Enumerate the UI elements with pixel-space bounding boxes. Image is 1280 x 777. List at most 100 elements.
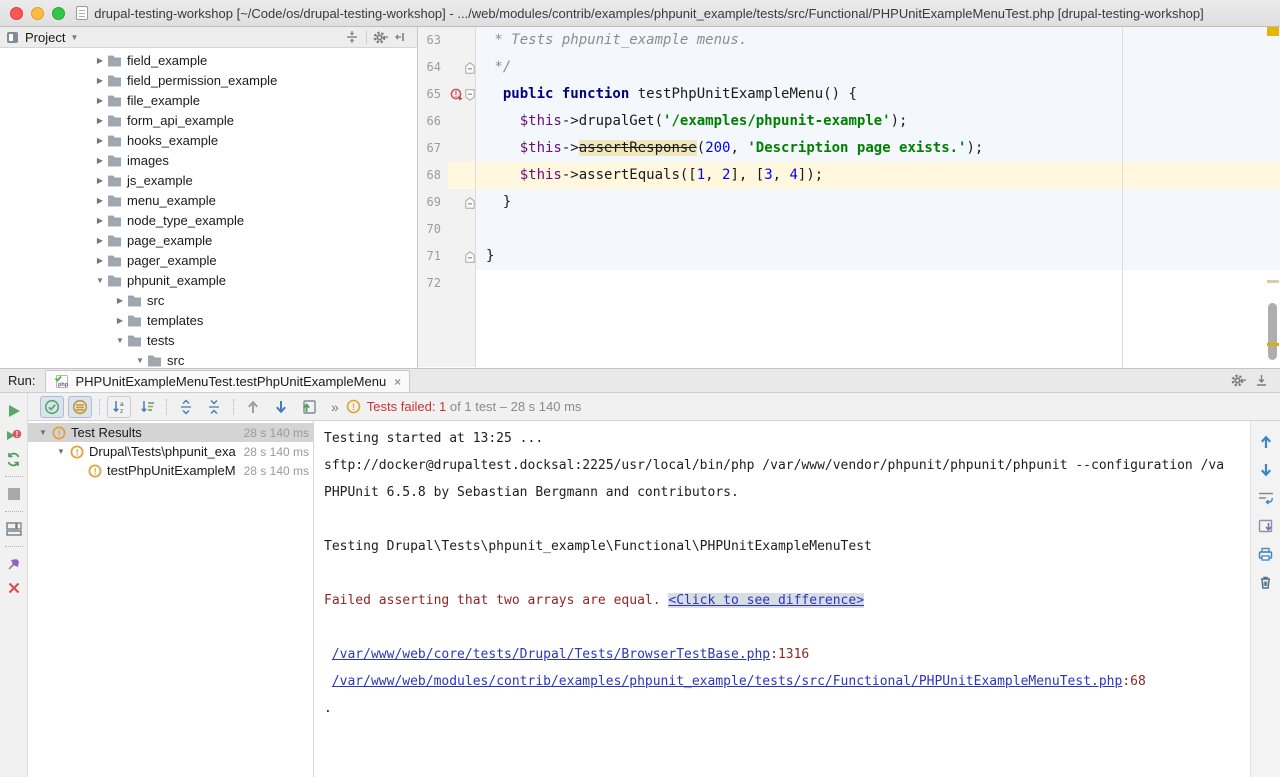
close-panel-button[interactable] <box>2 576 26 600</box>
line-number[interactable]: 63 <box>418 27 448 54</box>
editor-empty-space[interactable] <box>476 297 1280 367</box>
tree-collapsed-icon[interactable]: ▶ <box>93 116 107 125</box>
code-line[interactable]: public function testPhpUnitExampleMenu()… <box>476 81 1280 108</box>
code-line[interactable]: } <box>476 189 1280 216</box>
expand-all-button[interactable] <box>174 396 198 418</box>
line-number[interactable]: 70 <box>418 216 448 243</box>
code-line[interactable]: $this->assertResponse(200, 'Description … <box>476 135 1280 162</box>
tree-collapsed-icon[interactable]: ▶ <box>93 236 107 245</box>
print-button[interactable] <box>1255 543 1277 565</box>
project-tree-item[interactable]: ▶menu_example <box>0 190 417 210</box>
code-line[interactable] <box>476 216 1280 243</box>
minimize-window-button[interactable] <box>31 7 44 20</box>
toggle-auto-test-button[interactable] <box>2 447 26 471</box>
project-tree-item[interactable]: ▶form_api_example <box>0 110 417 130</box>
tree-collapsed-icon[interactable]: ▶ <box>93 136 107 145</box>
sort-by-duration-button[interactable] <box>135 396 159 418</box>
pin-tab-button[interactable] <box>2 552 26 576</box>
show-passed-button[interactable] <box>40 396 64 418</box>
tree-expanded-icon[interactable]: ▼ <box>52 447 70 456</box>
soft-wrap-button[interactable] <box>1255 487 1277 509</box>
project-tree-item[interactable]: ▶node_type_example <box>0 210 417 230</box>
project-panel-title[interactable]: Project <box>25 30 65 45</box>
collapse-all-button[interactable] <box>342 28 362 46</box>
scroll-to-end-button[interactable] <box>1255 515 1277 537</box>
rerun-failed-tests-button[interactable]: ! <box>2 423 26 447</box>
project-tree-item[interactable]: ▶templates <box>0 310 417 330</box>
code-line[interactable]: */ <box>476 54 1280 81</box>
tree-expanded-icon[interactable]: ▼ <box>93 276 107 285</box>
hide-panel-button[interactable] <box>391 28 411 46</box>
tree-expanded-icon[interactable]: ▼ <box>113 336 127 345</box>
line-number[interactable]: 66 <box>418 108 448 135</box>
sort-alphabetically-button[interactable]: az <box>107 396 131 418</box>
project-tree-item[interactable]: ▶field_permission_example <box>0 70 417 90</box>
code-line[interactable]: * Tests phpunit_example menus. <box>476 27 1280 54</box>
import-test-results-button[interactable] <box>297 396 321 418</box>
tree-collapsed-icon[interactable]: ▶ <box>93 156 107 165</box>
settings-gear-button[interactable] <box>371 28 391 46</box>
tree-collapsed-icon[interactable]: ▶ <box>93 196 107 205</box>
project-tree-item[interactable]: ▶js_example <box>0 170 417 190</box>
rerun-button[interactable] <box>2 399 26 423</box>
chevron-down-icon[interactable]: ▼ <box>70 33 78 42</box>
zoom-window-button[interactable] <box>52 7 65 20</box>
warning-stripe-mark[interactable] <box>1267 280 1279 283</box>
toolbar-overflow-chevron[interactable]: » <box>331 399 338 415</box>
project-tree-item[interactable]: ▶file_example <box>0 90 417 110</box>
tree-collapsed-icon[interactable]: ▶ <box>93 76 107 85</box>
project-tree-item[interactable]: ▶pager_example <box>0 250 417 270</box>
code-line[interactable]: $this->drupalGet('/examples/phpunit-exam… <box>476 108 1280 135</box>
line-number[interactable]: 68 <box>418 162 448 189</box>
run-settings-gear-button[interactable] <box>1228 371 1250 391</box>
stop-button[interactable] <box>2 482 26 506</box>
restore-layout-button[interactable] <box>2 517 26 541</box>
test-tree-row[interactable]: ▼!Drupal\Tests\phpunit_exa28 s 140 ms <box>28 442 313 461</box>
clear-console-button[interactable] <box>1255 571 1277 593</box>
tree-collapsed-icon[interactable]: ▶ <box>113 316 127 325</box>
fold-marker[interactable] <box>464 54 476 81</box>
console-link[interactable]: /var/www/web/modules/contrib/examples/ph… <box>332 674 1123 689</box>
close-window-button[interactable] <box>10 7 23 20</box>
code-editor[interactable]: 63 * Tests phpunit_example menus. 64 */ 65… <box>418 27 1280 368</box>
test-tree-row[interactable]: ▼!Test Results28 s 140 ms <box>28 423 313 442</box>
tree-collapsed-icon[interactable]: ▶ <box>113 296 127 305</box>
project-tree-item[interactable]: ▶field_example <box>0 50 417 70</box>
line-number[interactable]: 65 <box>418 81 448 108</box>
tree-expanded-icon[interactable]: ▼ <box>133 356 147 365</box>
fold-marker[interactable] <box>464 189 476 216</box>
project-tree-item[interactable]: ▼phpunit_example <box>0 270 417 290</box>
fold-marker[interactable] <box>464 81 476 108</box>
tree-collapsed-icon[interactable]: ▶ <box>93 176 107 185</box>
tree-collapsed-icon[interactable]: ▶ <box>93 96 107 105</box>
show-ignored-button[interactable] <box>68 396 92 418</box>
project-tree-item[interactable]: ▼tests <box>0 330 417 350</box>
inspection-status-square[interactable] <box>1267 27 1279 36</box>
collapse-all-button[interactable] <box>202 396 226 418</box>
code-line[interactable]: } <box>476 243 1280 270</box>
editor-scrollbar-thumb[interactable] <box>1268 303 1277 360</box>
fold-marker[interactable] <box>464 243 476 270</box>
test-failed-gutter-icon[interactable]: ! <box>448 81 464 108</box>
project-tree-item[interactable]: ▶src <box>0 290 417 310</box>
down-stack-trace-button[interactable] <box>1255 459 1277 481</box>
line-number[interactable]: 67 <box>418 135 448 162</box>
previous-failed-test-button[interactable] <box>241 396 265 418</box>
warning-stripe-mark[interactable] <box>1267 343 1279 346</box>
next-failed-test-button[interactable] <box>269 396 293 418</box>
line-number[interactable]: 72 <box>418 270 448 297</box>
line-number[interactable]: 71 <box>418 243 448 270</box>
code-line[interactable]: $this->assertEquals([1, 2], [3, 4]); <box>476 162 1280 189</box>
line-number[interactable]: 69 <box>418 189 448 216</box>
line-number[interactable]: 64 <box>418 54 448 81</box>
tree-collapsed-icon[interactable]: ▶ <box>93 256 107 265</box>
close-tab-icon[interactable]: × <box>394 375 401 389</box>
console-link[interactable]: /var/www/web/core/tests/Drupal/Tests/Bro… <box>332 647 770 662</box>
console-link[interactable]: <Click to see difference> <box>668 593 864 608</box>
up-stack-trace-button[interactable] <box>1255 431 1277 453</box>
project-tree-item[interactable]: ▶hooks_example <box>0 130 417 150</box>
code-line[interactable] <box>476 270 1280 297</box>
test-tree-row[interactable]: !testPhpUnitExampleM28 s 140 ms <box>28 461 313 480</box>
project-tree-item[interactable]: ▼src <box>0 350 417 368</box>
tree-collapsed-icon[interactable]: ▶ <box>93 216 107 225</box>
